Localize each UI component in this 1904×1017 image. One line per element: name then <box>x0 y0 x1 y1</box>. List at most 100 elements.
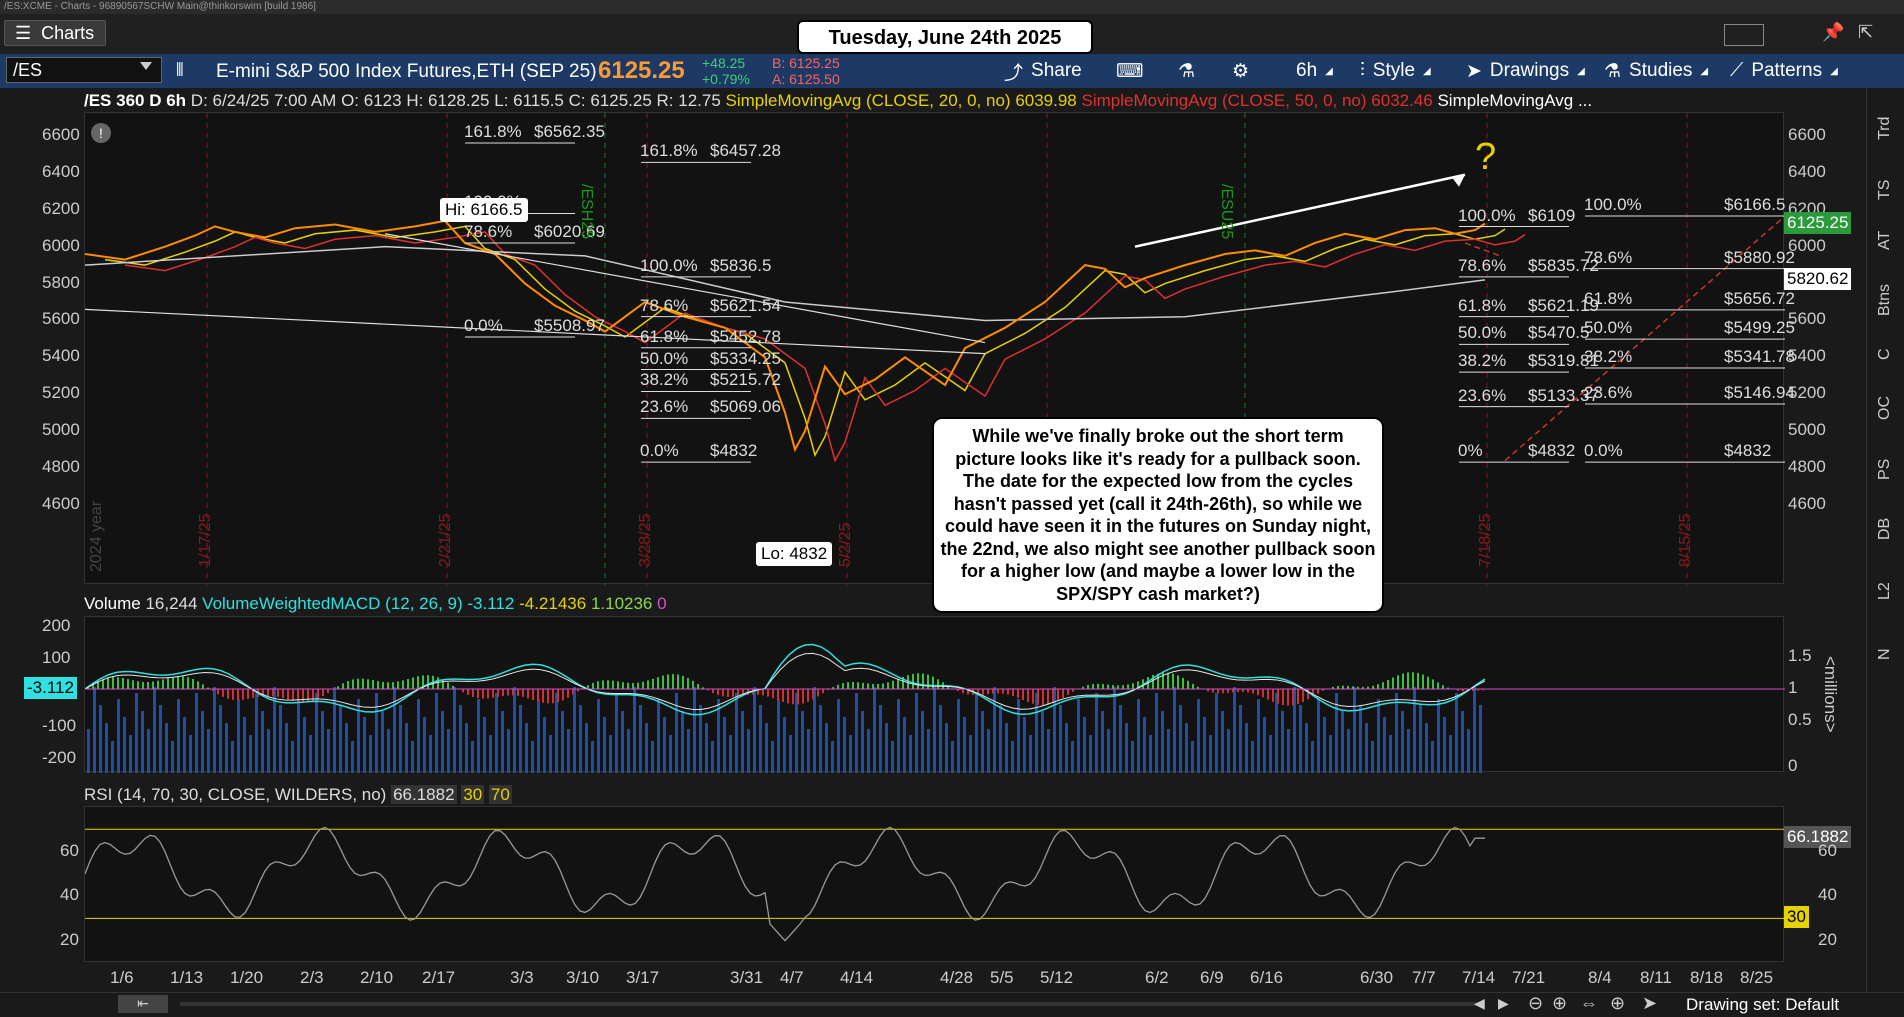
flask-button[interactable]: ⚗ <box>1178 58 1195 84</box>
layout-box-icon[interactable] <box>1724 24 1764 46</box>
macd-histogram-bar <box>287 689 289 699</box>
volume-bar <box>975 693 978 773</box>
side-tab-ts[interactable]: TS <box>1876 180 1894 200</box>
macd-histogram-bar <box>1182 678 1184 689</box>
macd-histogram-bar <box>472 689 474 697</box>
macd-histogram-bar <box>302 689 304 702</box>
link-icon[interactable]: ⫴ <box>176 60 184 81</box>
side-panel <box>1866 88 1904 992</box>
symbol-dropdown-icon[interactable] <box>140 62 152 70</box>
side-tab-n[interactable]: N <box>1876 648 1894 660</box>
detach-icon[interactable]: ⇱ <box>1858 22 1873 43</box>
side-tab-db[interactable]: DB <box>1876 518 1894 540</box>
volume-bar <box>735 693 738 773</box>
scroll-start-icon[interactable]: ⇤ <box>118 995 168 1013</box>
symbol-input[interactable]: /ES <box>6 57 162 83</box>
price-axis[interactable]: 6600640062006000580056005400520050004800… <box>1784 112 1866 584</box>
sma50-label[interactable]: SimpleMovingAvg (CLOSE, 50, 0, no) <box>1082 91 1367 110</box>
share-button[interactable]: ⤴Share <box>1004 58 1082 84</box>
volume-bar <box>615 693 618 773</box>
projection-line[interactable] <box>1505 216 1785 461</box>
drawing-set-label[interactable]: Drawing set: Default <box>1686 995 1839 1015</box>
volume-bar <box>399 705 402 773</box>
macd-histogram-bar <box>592 683 594 689</box>
macd-histogram-bar <box>877 684 879 689</box>
tab-charts[interactable]: ☰ Charts <box>4 20 106 46</box>
macd-histogram-bar <box>812 689 814 699</box>
side-tab-ps[interactable]: PS <box>1876 459 1894 480</box>
volume-bar <box>915 693 918 773</box>
projection-arrow[interactable] <box>1135 175 1465 247</box>
time-axis[interactable]: 1/61/131/202/32/102/173/33/103/173/314/7… <box>84 964 1784 990</box>
zoom-in-icon[interactable]: ⊕ <box>1552 993 1567 1014</box>
zoom-out-icon[interactable]: ⊖ <box>1528 993 1543 1014</box>
volume-bar <box>501 711 504 773</box>
macd-histogram-bar <box>317 689 319 699</box>
macd-histogram-bar <box>277 689 279 697</box>
side-tab-c[interactable]: C <box>1876 348 1894 360</box>
rsi-axis-left: 604020 <box>40 806 84 962</box>
side-tab-btns[interactable]: Btns <box>1876 284 1894 316</box>
volume-bar <box>1407 729 1410 773</box>
pin-icon[interactable]: 📌 <box>1822 22 1844 43</box>
macd-histogram-bar <box>517 689 519 696</box>
gallery-button[interactable]: ⌨ <box>1116 58 1143 84</box>
scroll-right-icon[interactable]: ▶ <box>1498 995 1509 1012</box>
patterns-button[interactable]: ⟋Patterns◢ <box>1730 58 1838 84</box>
trendline[interactable] <box>385 234 985 343</box>
chart-header: /ES 360 D 6h D: 6/24/25 7:00 AM O: 6123 … <box>84 90 1784 112</box>
timeframe-button[interactable]: 6h◢ <box>1296 58 1333 84</box>
info-icon[interactable]: ! <box>91 123 111 143</box>
crosshair-icon[interactable]: ⊕ <box>1610 993 1625 1014</box>
macd-histogram-bar <box>862 683 864 689</box>
volume-bar <box>1287 729 1290 773</box>
style-button[interactable]: ⫶Style◢ <box>1360 58 1431 84</box>
rsi-panel[interactable] <box>84 806 1784 962</box>
macd-histogram-bar <box>1057 689 1059 701</box>
time-tick: 5/12 <box>1040 968 1073 988</box>
side-tab-at[interactable]: AT <box>1876 231 1894 250</box>
time-tick: 8/25 <box>1740 968 1773 988</box>
price-tick-left: 4600 <box>42 494 80 514</box>
macd-histogram-bar <box>1042 689 1044 705</box>
macd-histogram-bar <box>442 680 444 689</box>
side-tab-trd[interactable]: Trd <box>1876 117 1894 140</box>
macd-histogram-bar <box>772 689 774 698</box>
volume-bar <box>633 687 636 773</box>
studies-button[interactable]: ⚗Studies◢ <box>1604 58 1708 84</box>
macd-histogram-bar <box>502 689 504 696</box>
scroll-left-icon[interactable]: ◀ <box>1474 995 1485 1012</box>
trendline[interactable] <box>85 309 985 353</box>
volume-bar <box>141 711 144 773</box>
macd-histogram-bar <box>512 689 514 695</box>
pan-icon[interactable]: ⇔ <box>1580 993 1598 1014</box>
macd-histogram-bar <box>937 679 939 689</box>
macd-histogram-bar <box>217 689 219 694</box>
volume-bar <box>1047 729 1050 773</box>
instrument-description: E-mini S&P 500 Index Futures,ETH (SEP 25… <box>216 61 597 83</box>
side-tab-oc[interactable]: OC <box>1876 396 1894 420</box>
macd-histogram-bar <box>157 681 159 689</box>
macd-histogram-bar <box>727 689 729 697</box>
volume-bar <box>579 705 582 773</box>
drawings-button[interactable]: ➤Drawings◢ <box>1466 58 1585 84</box>
volume-bar <box>1209 735 1212 773</box>
volume-bar <box>285 723 288 773</box>
volume-panel[interactable] <box>84 616 1784 772</box>
macd-tick: -100 <box>42 716 76 736</box>
macd-histogram-bar <box>597 681 599 689</box>
settings-button[interactable]: ⚙ <box>1232 58 1249 84</box>
rsi-label[interactable]: RSI (14, 70, 30, CLOSE, WILDERS, no) <box>84 785 386 804</box>
sma20-label[interactable]: SimpleMovingAvg (CLOSE, 20, 0, no) <box>726 91 1011 110</box>
volume-bar <box>771 741 774 773</box>
side-tab-l2[interactable]: L2 <box>1876 582 1894 600</box>
volume-bar <box>1365 723 1368 773</box>
vwmacd-label[interactable]: VolumeWeightedMACD (12, 26, 9) <box>202 594 462 613</box>
macd-histogram-bar <box>992 689 994 694</box>
macd-histogram-bar <box>562 689 564 700</box>
scrollbar[interactable] <box>180 1002 1480 1006</box>
cursor-icon[interactable]: ➤ <box>1642 993 1657 1014</box>
sma200-label[interactable]: SimpleMovingAvg ... <box>1437 91 1592 110</box>
price-tick-left: 6000 <box>42 236 80 256</box>
volume-bar <box>873 687 876 773</box>
